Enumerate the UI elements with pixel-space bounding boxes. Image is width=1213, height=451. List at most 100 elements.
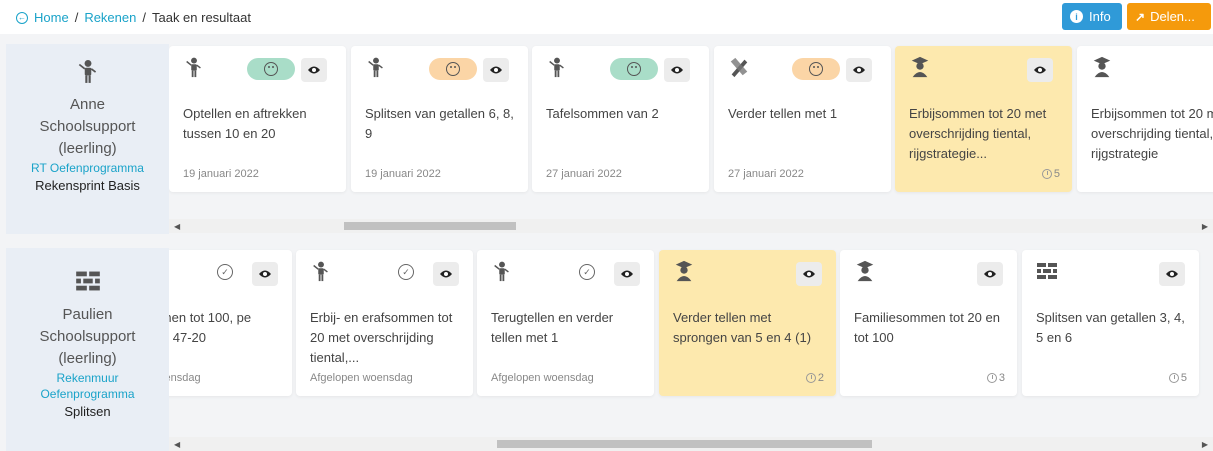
task-card[interactable]: Splitsen van getallen 6, 8, 9 19 januari … [351, 46, 528, 192]
scroll-right-arrow-icon[interactable]: ▶ [1202, 222, 1208, 231]
horizontal-scrollbar[interactable]: ◀ ▶ [169, 437, 1213, 451]
eye-icon [489, 65, 503, 75]
task-date: Afgelopen woensdag [491, 372, 594, 384]
person-figure-icon [546, 56, 568, 80]
task-title: Erbijsommen tot 20 met overschrijding ti… [1091, 106, 1213, 161]
view-eye-button[interactable] [977, 262, 1003, 286]
scroll-left-arrow-icon[interactable]: ◀ [174, 440, 180, 449]
task-date: 27 januari 2022 [546, 168, 622, 180]
student-program-link[interactable]: Oefenprogramma [6, 386, 169, 402]
view-eye-button[interactable] [796, 262, 822, 286]
view-eye-button[interactable] [1027, 58, 1053, 82]
student-role: (leerling) [58, 350, 117, 367]
student-panel: Paulien Schoolsupport (leerling) Rekenmuur O… [6, 248, 169, 451]
student-program-name: Rekensprint Basis [35, 178, 140, 193]
share-button-label: Delen... [1150, 9, 1195, 24]
task-card[interactable]: ✓ Erbij- en erafsommen tot 20 met oversch… [296, 250, 473, 396]
view-eye-button[interactable] [433, 262, 459, 286]
attempt-count: 3 [986, 372, 1005, 384]
attempt-count-value: 3 [998, 372, 1005, 384]
task-card[interactable]: Splitsen van getallen 3, 4, 5 en 6 5 [1022, 250, 1199, 396]
task-title: Terugtellen en verder tellen met 1 [491, 310, 614, 345]
student-school: Schoolsupport [39, 118, 136, 135]
horizontal-scrollbar[interactable]: ◀ ▶ [169, 219, 1213, 233]
task-date: 27 januari 2022 [728, 168, 804, 180]
smiley-face-icon [247, 58, 295, 80]
task-date: 19 januari 2022 [365, 168, 441, 180]
student-program-name: Splitsen [64, 404, 111, 419]
graduate-icon [909, 56, 931, 80]
task-title: Erbij- en erafsommen tot 20 met overschr… [310, 310, 453, 365]
task-title: Familiesommen tot 20 en tot 100 [854, 310, 1000, 345]
student-name: Paulien [62, 306, 113, 323]
task-card[interactable]: ✓ esommen tot 100, pe 26+40; 47-20 pen woe… [169, 250, 292, 396]
person-figure-icon [75, 58, 101, 86]
brick-wall-icon [1036, 260, 1058, 284]
view-eye-button[interactable] [252, 262, 278, 286]
eye-icon [983, 269, 997, 279]
clock-icon [1168, 373, 1179, 383]
student-panel: Anne Schoolsupport (leerling) RT Oefenprogr… [6, 44, 169, 234]
scrollbar-thumb[interactable] [497, 440, 872, 448]
info-button[interactable]: i Info [1062, 3, 1122, 30]
clock-icon [1041, 169, 1052, 179]
scrollbar-thumb[interactable] [344, 222, 516, 230]
task-card[interactable]: ✓ Terugtellen en verder tellen met 1 Afgel… [477, 250, 654, 396]
student-program-link[interactable]: Rekenmuur [6, 370, 169, 386]
task-card[interactable]: Optellen en aftrekken tussen 10 en 20 19 … [169, 46, 346, 192]
eye-icon [439, 269, 453, 279]
student-school: Schoolsupport [39, 328, 136, 345]
top-bar: ← Home / Rekenen / Taak en resultaat i I… [0, 0, 1213, 34]
student-program-link[interactable]: RT Oefenprogramma [6, 160, 169, 176]
task-date: Afgelopen woensdag [310, 372, 413, 384]
task-card[interactable]: Tafelsommen van 2 27 januari 2022 [532, 46, 709, 192]
view-eye-button[interactable] [664, 58, 690, 82]
share-icon: ↗ [1135, 9, 1146, 24]
attempt-count: 5 [1168, 372, 1187, 384]
person-figure-icon [183, 56, 205, 80]
checkmark-circle-icon: ✓ [398, 264, 414, 280]
eye-icon [620, 269, 634, 279]
breadcrumb-home-link[interactable]: Home [34, 10, 69, 25]
breadcrumb-separator: / [74, 10, 79, 25]
back-arrow-icon[interactable]: ← [16, 11, 28, 24]
scroll-right-arrow-icon[interactable]: ▶ [1202, 440, 1208, 449]
view-eye-button[interactable] [483, 58, 509, 82]
person-figure-icon [365, 56, 387, 80]
task-card[interactable]: Erbijsommen tot 20 met overschrijding ti… [895, 46, 1072, 192]
scroll-left-arrow-icon[interactable]: ◀ [174, 222, 180, 231]
pencil-ruler-icon [728, 56, 750, 80]
task-card-row: Optellen en aftrekken tussen 10 en 20 19 … [169, 40, 1213, 212]
task-card[interactable]: Verder tellen met sprongen van 5 en 4 (1… [659, 250, 836, 396]
person-figure-icon [310, 260, 332, 284]
task-card[interactable]: Familiesommen tot 20 en tot 100 3 [840, 250, 1017, 396]
attempt-count-value: 5 [1180, 372, 1187, 384]
student-name: Anne [69, 96, 106, 113]
attempt-count: 5 [1041, 168, 1060, 180]
task-title: Splitsen van getallen 6, 8, 9 [365, 106, 514, 141]
eye-icon [258, 269, 272, 279]
attempt-count-value: 2 [817, 372, 824, 384]
smiley-face-icon [792, 58, 840, 80]
breadcrumb: ← Home / Rekenen / Taak en resultaat [16, 10, 251, 25]
view-eye-button[interactable] [1159, 262, 1185, 286]
view-eye-button[interactable] [846, 58, 872, 82]
task-card[interactable]: Erbijsommen tot 20 met overschrijding ti… [1077, 46, 1213, 192]
task-title: esommen tot 100, pe 26+40; 47-20 [169, 310, 252, 345]
breadcrumb-separator: / [142, 10, 146, 25]
view-eye-button[interactable] [301, 58, 327, 82]
task-title: Verder tellen met sprongen van 5 en 4 (1… [673, 310, 812, 345]
attempt-count: 2 [805, 372, 824, 384]
task-title: Splitsen van getallen 3, 4, 5 en 6 [1036, 310, 1185, 345]
graduate-icon [854, 260, 876, 284]
task-title: Verder tellen met 1 [728, 106, 838, 121]
breadcrumb-rekenen-link[interactable]: Rekenen [84, 10, 136, 25]
share-button[interactable]: ↗ Delen... [1127, 3, 1211, 30]
person-figure-icon [491, 260, 513, 284]
view-eye-button[interactable] [614, 262, 640, 286]
task-title: Optellen en aftrekken tussen 10 en 20 [183, 106, 307, 141]
eye-icon [307, 65, 321, 75]
task-card[interactable]: Verder tellen met 1 27 januari 2022 [714, 46, 891, 192]
eye-icon [1165, 269, 1179, 279]
brick-wall-icon [75, 268, 101, 296]
